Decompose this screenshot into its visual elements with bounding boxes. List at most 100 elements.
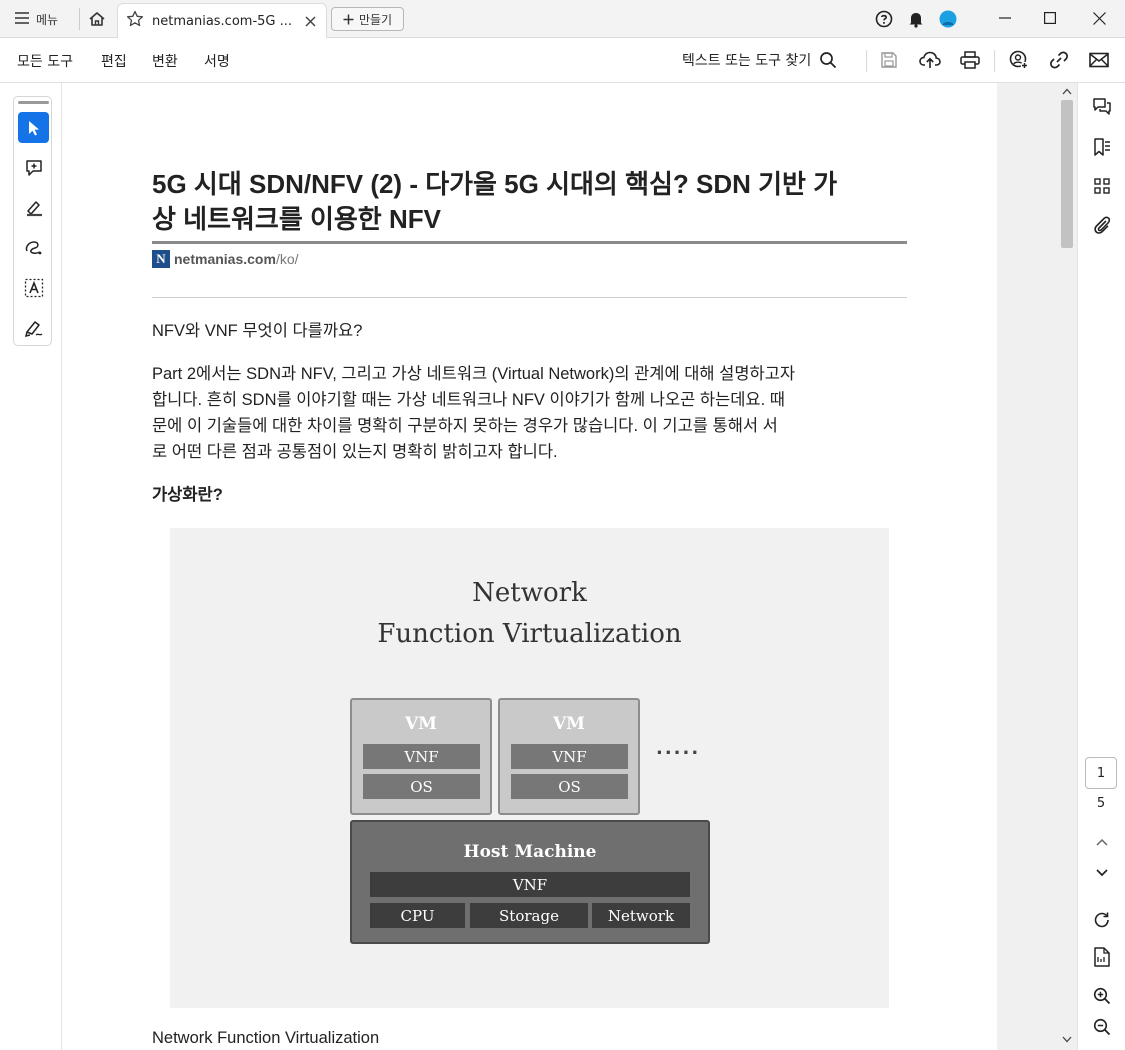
document-viewer[interactable]: 5G 시대 SDN/NFV (2) - 다가올 5G 시대의 핵심? SDN 기…: [62, 83, 997, 1050]
panel-drag-handle[interactable]: [18, 101, 49, 104]
vm-box: VM VNF OS: [350, 698, 492, 815]
host-label: Host Machine: [463, 842, 597, 862]
create-new-label: 만들기: [358, 12, 393, 27]
thumbnails-panel-button[interactable]: [1090, 174, 1114, 198]
email-button[interactable]: [1087, 48, 1111, 72]
save-button[interactable]: [877, 48, 901, 72]
page-fit-button[interactable]: [1090, 945, 1114, 969]
document-tab[interactable]: netmanias.com-5G ...: [117, 3, 327, 38]
fit-page-icon: [1094, 947, 1110, 967]
add-comment-tool-button[interactable]: [18, 152, 49, 183]
create-new-button[interactable]: 만들기: [331, 7, 404, 31]
host-machine-box: Host Machine VNF CPU Storage Network: [350, 820, 710, 944]
comments-panel-button[interactable]: [1090, 95, 1114, 119]
menu-sign[interactable]: 서명: [204, 51, 230, 71]
vertical-scrollbar[interactable]: [1057, 83, 1077, 1050]
article-title-line: 5G 시대 SDN/NFV (2) - 다가올 5G 시대의 핵심? SDN 기…: [152, 169, 838, 199]
paperclip-icon: [1094, 216, 1111, 234]
scroll-up-icon: [1062, 88, 1072, 95]
notifications-button[interactable]: [904, 7, 928, 31]
maximize-icon: [1044, 12, 1056, 24]
os-box: OS: [363, 774, 480, 799]
host-vnf-box: VNF: [370, 872, 690, 897]
menu-button[interactable]: 메뉴: [6, 6, 76, 32]
zoom-out-button[interactable]: [1090, 1015, 1114, 1039]
print-button[interactable]: [958, 48, 982, 72]
zoom-out-icon: [1093, 1018, 1111, 1036]
storage-box: Storage: [470, 903, 588, 928]
menu-convert[interactable]: 변환: [152, 51, 178, 71]
minimize-icon: [999, 17, 1011, 19]
help-icon: [875, 10, 893, 28]
network-box: Network: [592, 903, 690, 928]
cpu-box: CPU: [370, 903, 465, 928]
paragraph-line: 로 어떤 다른 점과 공통점이 있는지 명확히 밝히고자 합니다.: [152, 443, 558, 461]
page-gutter: [997, 83, 1057, 1050]
section-heading: 가상화란?: [152, 486, 223, 504]
menu-edit[interactable]: 편집: [101, 51, 127, 71]
source-brand: N netmanias.com/ko/: [152, 250, 299, 268]
cursor-arrow-icon: [28, 120, 39, 135]
current-page-input[interactable]: 1: [1085, 757, 1117, 789]
article-title: 5G 시대 SDN/NFV (2) - 다가올 5G 시대의 핵심? SDN 기…: [152, 167, 912, 237]
avatar-icon: [939, 10, 957, 28]
star-icon[interactable]: [126, 10, 144, 32]
user-avatar[interactable]: [936, 7, 960, 31]
find-tool-search[interactable]: 텍스트 또는 도구 찾기: [682, 50, 837, 70]
os-box: OS: [511, 774, 628, 799]
divider: [79, 8, 80, 30]
draw-tool-button[interactable]: [18, 232, 49, 263]
comment-add-icon: [25, 159, 42, 176]
vnf-box: VNF: [511, 744, 628, 769]
close-window-button[interactable]: [1077, 0, 1121, 36]
maximize-button[interactable]: [1028, 0, 1072, 36]
text-box-tool-button[interactable]: [18, 272, 49, 303]
quick-tools-panel: [13, 96, 52, 346]
vm-label: VM: [552, 714, 585, 734]
netmanias-logo: N: [152, 250, 170, 268]
total-pages: 5: [1096, 796, 1106, 811]
help-button[interactable]: [872, 7, 896, 31]
section-divider: [152, 297, 907, 298]
scroll-thumb[interactable]: [1061, 100, 1073, 248]
share-user-button[interactable]: [1007, 48, 1031, 72]
find-label: 텍스트 또는 도구 찾기: [682, 53, 812, 69]
diagram-title-line: Function Virtualization: [377, 619, 682, 649]
attachments-panel-button[interactable]: [1090, 213, 1114, 237]
menu-all-tools[interactable]: 모든 도구: [17, 51, 73, 71]
rotate-button[interactable]: [1090, 908, 1114, 932]
more-vms-ellipsis: .....: [656, 738, 701, 759]
diagram-title-line: Network: [472, 578, 587, 608]
mail-icon: [1089, 52, 1109, 68]
bookmarks-panel-button[interactable]: [1090, 135, 1114, 159]
paragraph-line: 문에 이 기술들에 대한 차이를 명확히 구분하지 못하는 경우가 많습니다. …: [152, 417, 778, 435]
text-select-icon: [24, 278, 43, 297]
scroll-down-icon: [1062, 1036, 1072, 1043]
minimize-button[interactable]: [983, 0, 1027, 36]
select-tool-button[interactable]: [18, 112, 49, 143]
vnf-box: VNF: [363, 744, 480, 769]
vm-label: VM: [404, 714, 437, 734]
upload-cloud-button[interactable]: [918, 48, 942, 72]
cloud-upload-icon: [919, 51, 941, 68]
tab-close-icon[interactable]: [302, 13, 318, 29]
home-button[interactable]: [84, 7, 110, 31]
right-tool-rail: 1 5: [1077, 83, 1125, 1050]
next-page-button[interactable]: [1090, 861, 1114, 885]
zoom-in-button[interactable]: [1090, 984, 1114, 1008]
figure-caption: Network Function Virtualization: [152, 1029, 380, 1047]
sign-tool-button[interactable]: [18, 312, 49, 343]
nfv-diagram: Network Function Virtualization VM VNF O…: [170, 528, 889, 1008]
add-user-icon: [1009, 50, 1029, 70]
highlighter-icon: [26, 200, 42, 216]
link-icon: [1050, 51, 1068, 69]
copy-link-button[interactable]: [1047, 48, 1071, 72]
title-bar: 메뉴 netmanias.com-5G ... 만들기: [0, 0, 1125, 38]
highlight-tool-button[interactable]: [18, 192, 49, 223]
question-text: NFV와 VNF 무엇이 다를까요?: [152, 322, 363, 340]
previous-page-button[interactable]: [1090, 830, 1114, 854]
divider: [866, 50, 867, 72]
chevron-up-icon: [1096, 838, 1108, 846]
main-toolbar: 모든 도구 편집 변환 서명 텍스트 또는 도구 찾기: [0, 38, 1125, 83]
title-divider: [152, 241, 907, 244]
